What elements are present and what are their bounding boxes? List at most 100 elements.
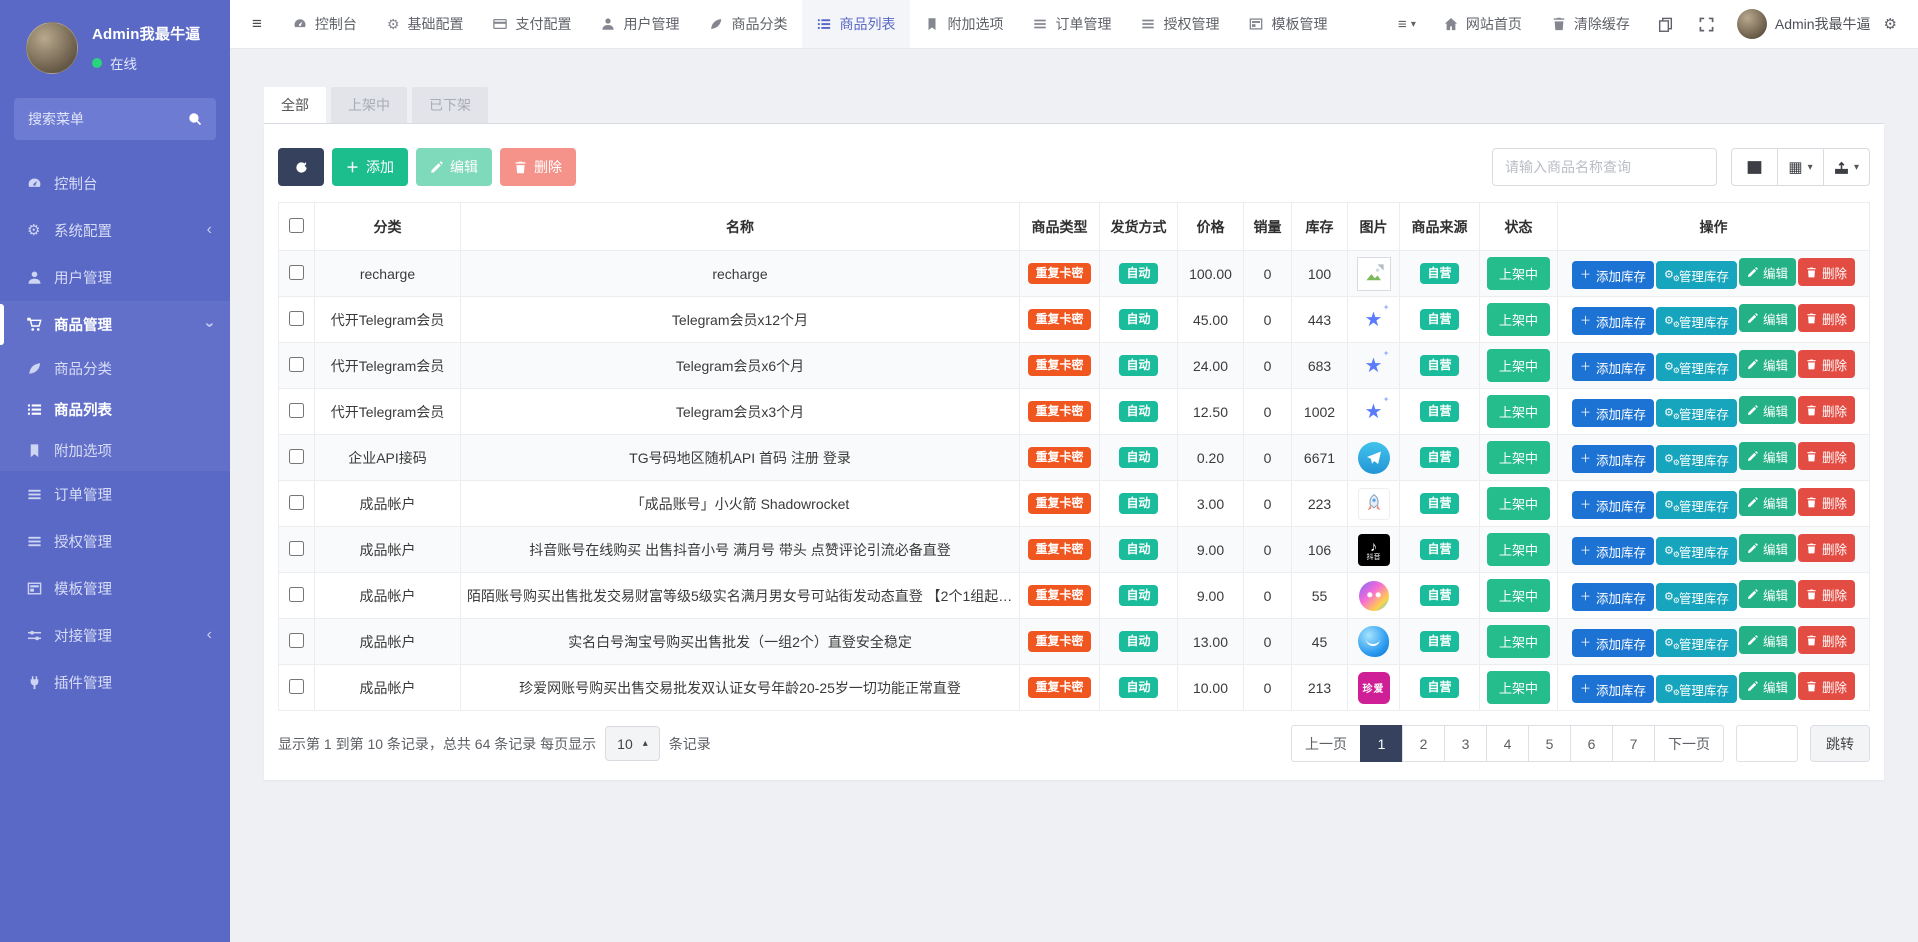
delete-row-button[interactable]: 删除 <box>1798 626 1855 654</box>
fullscreen-icon[interactable] <box>1686 0 1727 48</box>
sidebar-item-product-management[interactable]: 商品管理‹ <box>0 301 230 348</box>
nav-item-product-list[interactable]: 商品列表 <box>802 0 910 48</box>
add-stock-button[interactable]: ＋添加库存 <box>1572 537 1654 565</box>
add-stock-button[interactable]: ＋添加库存 <box>1572 629 1654 657</box>
nav-item-template-management[interactable]: 模板管理 <box>1234 0 1342 48</box>
sidebar-item-product-list[interactable]: 商品列表 <box>0 389 230 430</box>
status-toggle-button[interactable]: 上架中 <box>1487 395 1550 428</box>
page-button-7[interactable]: 7 <box>1612 725 1655 762</box>
row-checkbox[interactable] <box>289 587 304 602</box>
manage-stock-button[interactable]: ⚙⚙管理库存 <box>1656 445 1737 473</box>
status-toggle-button[interactable]: 上架中 <box>1487 625 1550 658</box>
product-search-input[interactable] <box>1492 148 1717 186</box>
jump-page-input[interactable] <box>1736 725 1798 762</box>
clear-cache-button[interactable]: 清除缓存 <box>1537 0 1645 48</box>
nav-item-dashboard[interactable]: 控制台 <box>278 0 372 48</box>
sidebar-item-auth-management[interactable]: 模板管理 <box>0 565 230 612</box>
add-button[interactable]: ＋添加 <box>332 148 408 186</box>
delete-button[interactable]: 删除 <box>500 148 576 186</box>
nav-more-dropdown[interactable]: ≡ ▾ <box>1385 0 1429 48</box>
add-stock-button[interactable]: ＋添加库存 <box>1572 307 1654 335</box>
delete-row-button[interactable]: 删除 <box>1798 304 1855 332</box>
add-stock-button[interactable]: ＋添加库存 <box>1572 491 1654 519</box>
tab-all[interactable]: 全部 <box>264 87 326 123</box>
edit-row-button[interactable]: 编辑 <box>1739 258 1796 286</box>
copy-icon[interactable] <box>1645 0 1686 48</box>
add-stock-button[interactable]: ＋添加库存 <box>1572 445 1654 473</box>
manage-stock-button[interactable]: ⚙⚙管理库存 <box>1656 675 1737 703</box>
delete-row-button[interactable]: 删除 <box>1798 488 1855 516</box>
sidebar-item-system-config[interactable]: ⚙系统配置‹ <box>0 207 230 254</box>
status-toggle-button[interactable]: 上架中 <box>1487 441 1550 474</box>
edit-row-button[interactable]: 编辑 <box>1739 672 1796 700</box>
row-checkbox[interactable] <box>289 311 304 326</box>
sidebar-item-user-management[interactable]: 用户管理 <box>0 254 230 301</box>
delete-row-button[interactable]: 删除 <box>1798 350 1855 378</box>
manage-stock-button[interactable]: ⚙⚙管理库存 <box>1656 491 1737 519</box>
user-menu[interactable]: Admin我最牛逼 <box>1727 0 1871 48</box>
edit-row-button[interactable]: 编辑 <box>1739 534 1796 562</box>
manage-stock-button[interactable]: ⚙⚙管理库存 <box>1656 537 1737 565</box>
next-page-button[interactable]: 下一页 <box>1654 725 1724 762</box>
sidebar-toggle-hamburger-icon[interactable]: ≡ <box>236 0 278 48</box>
status-toggle-button[interactable]: 上架中 <box>1487 257 1550 290</box>
delete-row-button[interactable]: 删除 <box>1798 442 1855 470</box>
nav-item-order-management[interactable]: 订单管理 <box>1018 0 1126 48</box>
delete-row-button[interactable]: 删除 <box>1798 258 1855 286</box>
status-toggle-button[interactable]: 上架中 <box>1487 579 1550 612</box>
status-toggle-button[interactable]: 上架中 <box>1487 303 1550 336</box>
sidebar-item-order-management[interactable]: 授权管理 <box>0 518 230 565</box>
avatar[interactable] <box>26 22 78 74</box>
add-stock-button[interactable]: ＋添加库存 <box>1572 353 1654 381</box>
add-stock-button[interactable]: ＋添加库存 <box>1572 583 1654 611</box>
sidebar-item-template-management[interactable]: 对接管理‹ <box>0 612 230 659</box>
edit-button[interactable]: 编辑 <box>416 148 492 186</box>
menu-search-input[interactable] <box>28 111 188 127</box>
page-button-3[interactable]: 3 <box>1444 725 1487 762</box>
columns-toggle-button[interactable] <box>1731 148 1778 186</box>
nav-item-user-management[interactable]: 用户管理 <box>586 0 694 48</box>
delete-row-button[interactable]: 删除 <box>1798 580 1855 608</box>
manage-stock-button[interactable]: ⚙⚙管理库存 <box>1656 399 1737 427</box>
row-checkbox[interactable] <box>289 541 304 556</box>
edit-row-button[interactable]: 编辑 <box>1739 396 1796 424</box>
row-checkbox[interactable] <box>289 265 304 280</box>
nav-item-payment-config[interactable]: 支付配置 <box>478 0 586 48</box>
sidebar-item-integration-management[interactable]: 插件管理 <box>0 659 230 706</box>
edit-row-button[interactable]: 编辑 <box>1739 350 1796 378</box>
row-checkbox[interactable] <box>289 495 304 510</box>
tab-off-shelf[interactable]: 已下架 <box>412 87 488 123</box>
export-button[interactable]: ▾ <box>1823 148 1870 186</box>
edit-row-button[interactable]: 编辑 <box>1739 580 1796 608</box>
sidebar-item-dashboard[interactable]: 控制台 <box>0 160 230 207</box>
sidebar-item-product-category[interactable]: 商品分类 <box>0 348 230 389</box>
manage-stock-button[interactable]: ⚙⚙管理库存 <box>1656 261 1737 289</box>
nav-item-addon-options[interactable]: 附加选项 <box>910 0 1018 48</box>
manage-stock-button[interactable]: ⚙⚙管理库存 <box>1656 629 1737 657</box>
row-checkbox[interactable] <box>289 679 304 694</box>
site-home-link[interactable]: 网站首页 <box>1429 0 1537 48</box>
manage-stock-button[interactable]: ⚙⚙管理库存 <box>1656 353 1737 381</box>
status-toggle-button[interactable]: 上架中 <box>1487 671 1550 704</box>
sidebar-item-addon-options[interactable]: 附加选项 <box>0 430 230 471</box>
row-checkbox[interactable] <box>289 357 304 372</box>
settings-gear-icon[interactable]: ⚙ <box>1871 0 1910 48</box>
page-button-1[interactable]: 1 <box>1360 725 1403 762</box>
edit-row-button[interactable]: 编辑 <box>1739 626 1796 654</box>
edit-row-button[interactable]: 编辑 <box>1739 488 1796 516</box>
add-stock-button[interactable]: ＋添加库存 <box>1572 399 1654 427</box>
refresh-button[interactable] <box>278 148 324 186</box>
row-checkbox[interactable] <box>289 449 304 464</box>
edit-row-button[interactable]: 编辑 <box>1739 304 1796 332</box>
page-button-6[interactable]: 6 <box>1570 725 1613 762</box>
status-toggle-button[interactable]: 上架中 <box>1487 349 1550 382</box>
edit-row-button[interactable]: 编辑 <box>1739 442 1796 470</box>
nav-item-product-category[interactable]: 商品分类 <box>694 0 802 48</box>
prev-page-button[interactable]: 上一页 <box>1291 725 1361 762</box>
page-button-5[interactable]: 5 <box>1528 725 1571 762</box>
nav-item-basic-config[interactable]: ⚙基础配置 <box>372 0 479 48</box>
add-stock-button[interactable]: ＋添加库存 <box>1572 261 1654 289</box>
status-toggle-button[interactable]: 上架中 <box>1487 533 1550 566</box>
manage-stock-button[interactable]: ⚙⚙管理库存 <box>1656 307 1737 335</box>
page-size-select[interactable]: 10 ▴ <box>605 726 660 761</box>
